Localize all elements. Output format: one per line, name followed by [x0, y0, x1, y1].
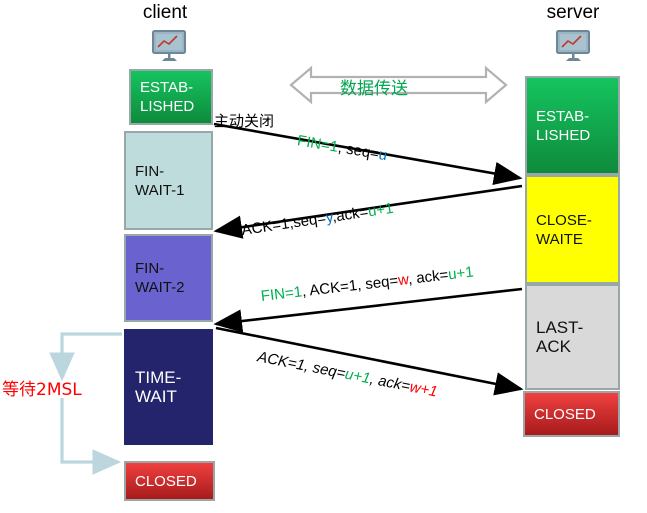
tcp-four-way-handshake-diagram: client server ESTAB- LISHED FIN- WAIT-1 … [0, 0, 647, 513]
arrow-layer [49, 65, 524, 475]
data-transfer-label: 数据传送 [340, 79, 408, 99]
active-close-label: 主动关闭 [214, 112, 275, 130]
msg-part: u+1 [447, 263, 475, 284]
wait-2msl-label: 等待2MSL [2, 380, 82, 400]
